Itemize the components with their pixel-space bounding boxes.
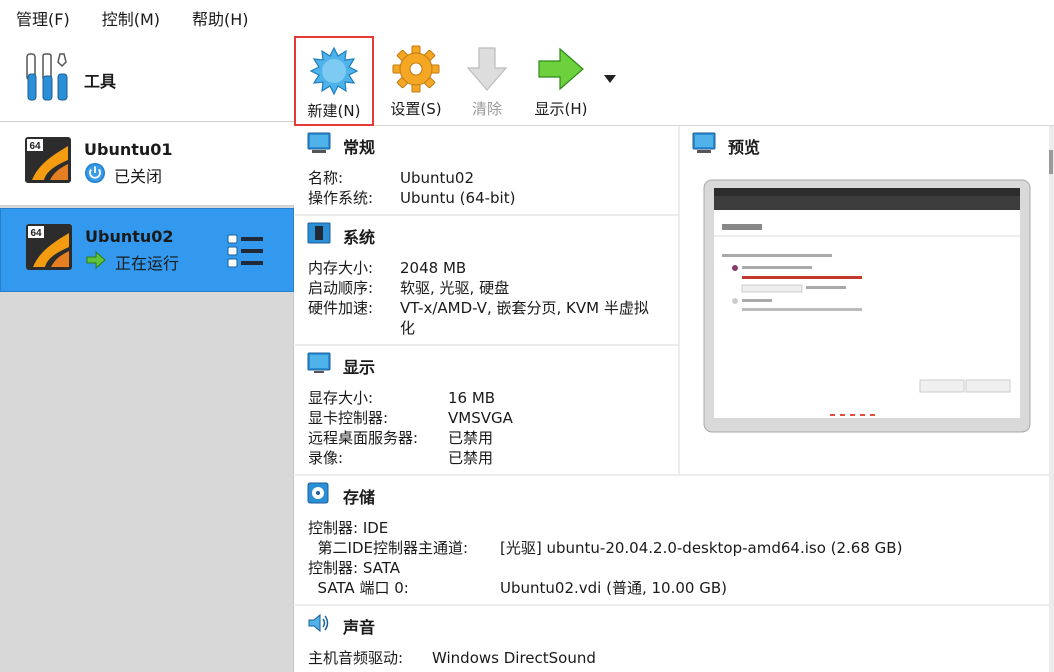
storage-key: 控制器: SATA — [308, 559, 400, 577]
general-value: Ubuntu02 — [400, 169, 474, 187]
gear-icon — [392, 45, 440, 93]
system-title: 系统 — [343, 228, 376, 247]
general-title: 常规 — [343, 138, 376, 157]
settings-button[interactable]: 设置(S) — [381, 36, 451, 126]
display-rows: 显存大小: 16 MB 显卡控制器: VMSVGA 远程桌面服务器: 已禁用 录像: 已… — [308, 388, 513, 468]
preview-monitor-icon — [692, 132, 716, 153]
general-key: 名称: — [308, 169, 344, 187]
vm-preview-screen[interactable] — [702, 178, 1032, 434]
menu-manage[interactable]: 管理(F) — [16, 6, 70, 30]
general-value: Ubuntu (64-bit) — [400, 189, 516, 207]
system-value: 化 — [400, 319, 416, 337]
show-button[interactable]: 显示(H) — [525, 36, 597, 126]
details-menu-icon[interactable] — [227, 233, 265, 269]
settings-button-label: 设置(S) — [390, 100, 442, 118]
system-key: 硬件加速: — [308, 299, 374, 317]
details-pane: 常规 名称: Ubuntu02 操作系统: Ubuntu (64-bit) 系统 内… — [295, 126, 1054, 672]
display-icon — [307, 352, 331, 373]
display-key: 显存大小: — [308, 389, 374, 407]
storage-disk-icon — [307, 482, 329, 504]
toolbar: 新建(N) 设置(S) 清除 显示(H) — [294, 36, 1054, 126]
display-title: 显示 — [343, 358, 376, 377]
new-button[interactable]: 新建(N) — [294, 36, 374, 126]
display-key: 远程桌面服务器: — [308, 429, 419, 447]
audio-title: 声音 — [343, 618, 376, 637]
tools-icon — [26, 53, 68, 101]
badge-64: 64 — [29, 141, 41, 152]
vm-item-ubuntu01[interactable]: 64 Ubuntu01 已关闭 — [0, 122, 294, 206]
system-value: 2048 MB — [400, 259, 467, 277]
system-value: VT-x/AMD-V, 嵌套分页, KVM 半虚拟 — [400, 299, 649, 317]
down-arrow-icon — [466, 47, 508, 91]
system-rows: 内存大小: 2048 MB 启动顺序: 软驱, 光驱, 硬盘 硬件加速: VT-x/A… — [308, 258, 649, 338]
discard-button[interactable]: 清除 — [455, 36, 519, 126]
tools-item[interactable]: 工具 — [0, 36, 294, 122]
display-value: 已禁用 — [448, 429, 494, 447]
audio-key: 主机音频驱动: — [308, 649, 404, 667]
system-key — [308, 318, 400, 338]
display-key: 录像: — [308, 449, 344, 467]
preview-section: 预览 — [680, 126, 1049, 474]
storage-key: SATA 端口 0: — [308, 579, 409, 597]
display-value: 已禁用 — [448, 449, 494, 467]
display-value: 16 MB — [448, 389, 496, 407]
speaker-icon — [308, 613, 329, 633]
running-arrow-icon — [86, 250, 106, 270]
vm-status: 正在运行 — [115, 254, 180, 273]
monitor-icon — [307, 132, 331, 153]
menu-bar: 管理(F) 控制(M) 帮助(H) — [0, 0, 1054, 36]
ubuntu-os-icon: 64 — [25, 137, 71, 183]
display-value: VMSVGA — [448, 409, 513, 427]
menu-help[interactable]: 帮助(H) — [192, 6, 249, 30]
badge-64: 64 — [30, 228, 42, 239]
storage-title: 存储 — [343, 488, 376, 507]
new-button-label: 新建(N) — [307, 102, 361, 120]
discard-button-label: 清除 — [471, 100, 502, 118]
show-button-label: 显示(H) — [534, 100, 588, 118]
system-section: 系统 内存大小: 2048 MB 启动顺序: 软驱, 光驱, 硬盘 硬件加速: VT-… — [295, 216, 678, 344]
storage-key: 控制器: IDE — [308, 519, 389, 537]
storage-section: 存储 控制器: IDE 第二IDE控制器主通道: [光驱] ubuntu-20.0… — [295, 476, 1049, 604]
system-key: 内存大小: — [308, 259, 374, 277]
ubuntu-os-icon: 64 — [26, 224, 72, 270]
vm-list-panel: 工具 64 Ubuntu01 已关闭 64 Ubuntu02 正在运行 — [0, 36, 294, 672]
details-scrollbar[interactable] — [1049, 126, 1054, 672]
general-key: 操作系统: — [308, 189, 374, 207]
general-section: 常规 名称: Ubuntu02 操作系统: Ubuntu (64-bit) — [295, 126, 678, 214]
dropdown-arrow-icon[interactable] — [603, 74, 617, 84]
storage-value: [光驱] ubuntu-20.04.2.0-desktop-amd64.iso … — [500, 539, 903, 557]
vm-name: Ubuntu02 — [85, 227, 174, 246]
tools-label: 工具 — [84, 72, 117, 91]
vm-name: Ubuntu01 — [84, 140, 173, 159]
storage-rows: 控制器: IDE 第二IDE控制器主通道: [光驱] ubuntu-20.04.2… — [308, 518, 902, 598]
audio-section: 声音 主机音频驱动: Windows DirectSound — [295, 606, 1049, 672]
vm-status: 已关闭 — [114, 167, 163, 186]
vm-item-ubuntu02[interactable]: 64 Ubuntu02 正在运行 — [0, 208, 294, 292]
storage-value: Ubuntu02.vdi (普通, 10.00 GB) — [500, 579, 727, 597]
audio-rows: 主机音频驱动: Windows DirectSound — [308, 648, 596, 668]
storage-key: 第二IDE控制器主通道: — [308, 539, 469, 557]
chip-icon — [307, 222, 331, 244]
display-key: 显卡控制器: — [308, 409, 389, 427]
system-key: 启动顺序: — [308, 279, 374, 297]
menu-control[interactable]: 控制(M) — [102, 6, 160, 30]
system-value: 软驱, 光驱, 硬盘 — [400, 279, 510, 297]
right-arrow-icon — [538, 47, 584, 91]
scroll-thumb[interactable] — [1049, 150, 1053, 174]
power-off-icon — [85, 163, 105, 183]
audio-value: Windows DirectSound — [432, 649, 596, 667]
display-section: 显示 显存大小: 16 MB 显卡控制器: VMSVGA 远程桌面服务器: 已禁用 录… — [295, 346, 678, 474]
new-starburst-icon — [309, 46, 359, 96]
preview-title: 预览 — [728, 138, 761, 157]
general-rows: 名称: Ubuntu02 操作系统: Ubuntu (64-bit) — [308, 168, 515, 208]
